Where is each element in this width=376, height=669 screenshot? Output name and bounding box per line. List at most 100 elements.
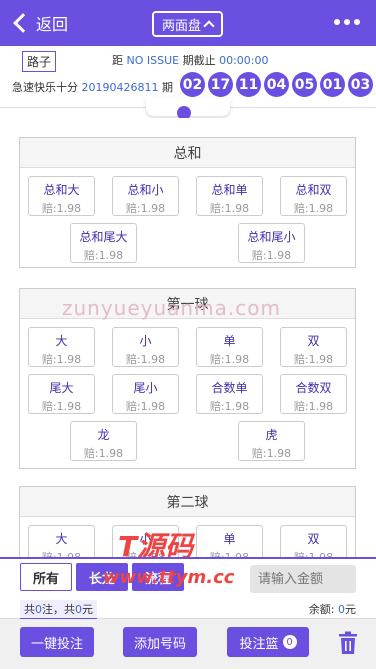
result-ball: 17 xyxy=(208,72,233,97)
bet-option[interactable]: 龙赔:1.98 xyxy=(70,421,137,461)
result-ball: 04 xyxy=(264,72,289,97)
option-odds: 赔:1.98 xyxy=(251,447,292,460)
option-odds: 赔:1.98 xyxy=(125,202,166,215)
bet-option[interactable]: 总和单赔:1.98 xyxy=(196,176,263,216)
mode-selector[interactable]: 两面盘 xyxy=(152,11,223,37)
option-odds: 赔:1.98 xyxy=(209,400,250,413)
deadline-issue: NO ISSUE xyxy=(126,54,180,67)
option-odds: 赔:1.98 xyxy=(251,249,292,262)
bet-group: 总和 总和大 赔:1.98 总和小 赔:1.98 总和单 赔:1.98 总和双 赔:1.98 总和… xyxy=(19,137,356,268)
bet-option[interactable]: 大赔:1.98 xyxy=(28,327,95,367)
result-ball: 03 xyxy=(348,72,373,97)
option-name: 总和双 xyxy=(295,183,332,197)
game-issue: 急速快乐十分 20190426811 期 xyxy=(12,79,173,95)
bet-option[interactable]: 总和大赔:1.98 xyxy=(28,176,95,216)
bet-option[interactable]: 双赔:1.98 xyxy=(280,525,347,558)
group-title: 第二球 xyxy=(20,487,355,517)
option-name: 尾小 xyxy=(133,381,158,395)
bet-option[interactable]: 总和尾小 赔:1.98 xyxy=(238,223,305,263)
route-button[interactable]: 路子 xyxy=(22,51,57,72)
bet-option[interactable]: 尾小赔:1.98 xyxy=(112,374,179,414)
bet-option[interactable]: 合数单赔:1.98 xyxy=(196,374,263,414)
option-name: 虎 xyxy=(265,428,278,442)
bet-option[interactable]: 总和双赔:1.98 xyxy=(280,176,347,216)
back-button[interactable]: 返回 xyxy=(12,10,68,36)
deadline-text: 距 NO ISSUE 期截止 00:00:00 xyxy=(112,52,269,68)
balance-unit: 元 xyxy=(345,603,356,616)
bet-option[interactable]: 单赔:1.98 xyxy=(196,525,263,558)
mode-label: 两面盘 xyxy=(161,18,201,34)
bet-option[interactable]: 大赔:1.98 xyxy=(28,525,95,558)
more-icon[interactable] xyxy=(334,19,360,25)
option-name: 合数双 xyxy=(295,381,332,395)
quick-bet-button[interactable]: 一键投注 xyxy=(20,627,94,657)
bet-count: 共0注，共0元 xyxy=(20,600,97,619)
option-name: 合数单 xyxy=(211,381,248,395)
option-odds: 赔:1.98 xyxy=(293,202,334,215)
bet-option[interactable]: 总和小赔:1.98 xyxy=(112,176,179,216)
result-ball: 05 xyxy=(292,72,317,97)
top-header: 返回 两面盘 xyxy=(0,0,376,46)
option-name: 龙 xyxy=(97,428,110,442)
result-ball: 01 xyxy=(320,72,345,97)
bet-option[interactable]: 总和尾大赔:1.98 xyxy=(70,223,137,263)
balance: 余额: 0元 xyxy=(309,601,356,617)
bet-options-area[interactable]: 总和 总和大 赔:1.98 总和小 赔:1.98 总和单 赔:1.98 总和双 赔:1.98 总和… xyxy=(0,118,376,558)
option-odds: 赔:1.98 xyxy=(293,400,334,413)
deadline-time: 00:00:00 xyxy=(219,54,269,67)
result-ball: 02 xyxy=(180,72,205,97)
bet-basket-button[interactable]: 投注篮 0 xyxy=(227,627,309,657)
site-watermark: zunyueyuanma.com xyxy=(62,296,281,320)
option-odds: 赔:1.98 xyxy=(83,249,124,262)
bet-count-value: 0 xyxy=(35,603,42,616)
option-name: 双 xyxy=(307,334,320,348)
count-mid: 注，共 xyxy=(42,603,75,616)
balance-value: 0 xyxy=(338,603,345,616)
issue-number: 20190426811 xyxy=(81,81,159,94)
action-bar: 一键投注 添加号码 投注篮 0 xyxy=(0,619,376,669)
balance-label: 余额: xyxy=(308,603,335,616)
bet-option[interactable]: 双赔:1.98 xyxy=(280,327,347,367)
option-name: 总和小 xyxy=(127,183,164,197)
option-name: 双 xyxy=(307,532,320,546)
option-name: 总和大 xyxy=(43,183,80,197)
option-name: 小 xyxy=(139,334,152,348)
deadline-mid: 期截止 xyxy=(182,54,216,67)
option-odds: 赔:1.98 xyxy=(209,202,250,215)
chevron-left-icon xyxy=(13,13,33,33)
group-title: 总和 xyxy=(20,138,355,168)
option-name: 单 xyxy=(223,532,236,546)
option-name: 总和单 xyxy=(211,183,248,197)
option-name: 总和尾大 xyxy=(79,230,128,244)
basket-count-badge: 0 xyxy=(282,635,297,649)
option-odds: 赔:1.98 xyxy=(41,353,82,366)
amount-input[interactable] xyxy=(250,565,356,593)
option-odds: 赔:1.98 xyxy=(83,447,124,460)
option-odds: 赔:1.98 xyxy=(209,353,250,366)
bet-option[interactable]: 尾大 赔:1.98 xyxy=(28,374,95,414)
bet-option[interactable]: 小赔:1.98 xyxy=(112,327,179,367)
trash-icon[interactable] xyxy=(338,631,358,655)
bet-option[interactable]: 虎赔:1.98 xyxy=(238,421,305,461)
back-label: 返回 xyxy=(36,15,69,34)
bet-option[interactable]: 单赔:1.98 xyxy=(196,327,263,367)
option-name: 尾大 xyxy=(49,381,74,395)
chevron-up-icon xyxy=(203,20,215,32)
option-odds: 赔:1.98 xyxy=(293,353,334,366)
filter-all-button[interactable]: 所有 xyxy=(20,563,72,591)
count-prefix: 共 xyxy=(24,603,35,616)
option-name: 大 xyxy=(55,334,68,348)
bet-total-value: 0 xyxy=(75,603,82,616)
bet-option[interactable]: 合数双赔:1.98 xyxy=(280,374,347,414)
basket-label: 投注篮 xyxy=(239,636,279,652)
option-odds: 赔:1.98 xyxy=(41,202,82,215)
option-name: 单 xyxy=(223,334,236,348)
game-name: 急速快乐十分 xyxy=(12,81,78,94)
result-ball: 11 xyxy=(236,72,261,97)
option-odds: 赔:1.98 xyxy=(125,400,166,413)
option-odds: 赔:1.98 xyxy=(125,353,166,366)
add-number-button[interactable]: 添加号码 xyxy=(123,627,197,657)
deadline-prefix: 距 xyxy=(112,54,123,67)
bet-summary: 共0注，共0元 余额: 0元 xyxy=(0,597,376,619)
total-unit: 元 xyxy=(82,603,93,616)
